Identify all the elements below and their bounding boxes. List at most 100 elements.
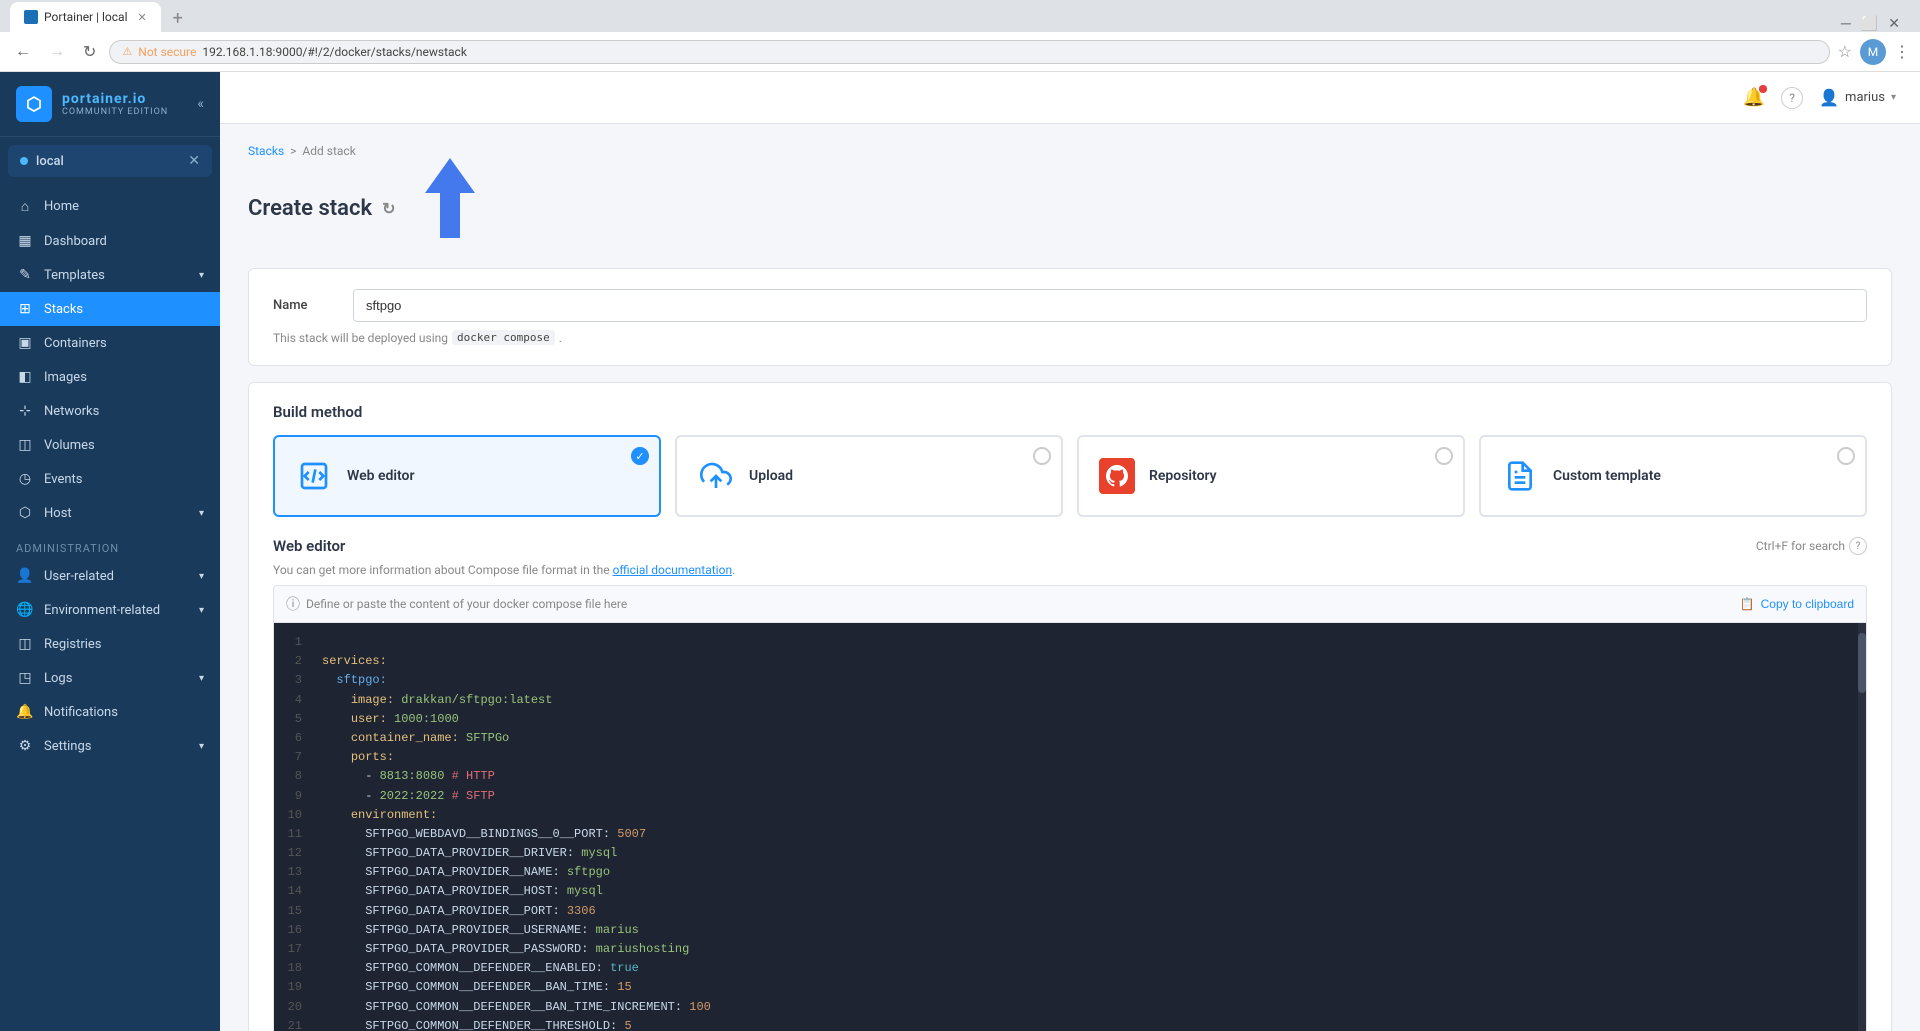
scrollbar-thumb[interactable] (1858, 633, 1866, 693)
help-icon[interactable]: ? (1781, 87, 1803, 109)
sidebar-item-user-related[interactable]: 👤 User-related ▾ (0, 559, 220, 593)
sidebar-item-templates[interactable]: ✎ Templates ▾ (0, 258, 220, 292)
arrow-annotation-1 (405, 158, 495, 238)
sidebar-logo: ⬡ portainer.io COMMUNITY EDITION « (0, 72, 220, 137)
menu-icon[interactable]: ⋮ (1894, 42, 1910, 61)
sidebar-item-label: Volumes (44, 438, 95, 453)
new-tab-btn[interactable]: + (163, 4, 193, 32)
line-num: 12 (282, 844, 302, 863)
line-num: 19 (282, 978, 302, 997)
settings-icon: ⚙ (16, 738, 34, 754)
sidebar-item-label: Logs (44, 671, 72, 686)
page-content: Stacks > Add stack Create stack ↻ Name (220, 124, 1920, 1031)
line-num: 14 (282, 882, 302, 901)
sidebar-item-volumes[interactable]: ◫ Volumes (0, 428, 220, 462)
env-icon: 🌐 (16, 602, 34, 618)
copy-to-clipboard-btn[interactable]: 📋 Copy to clipboard (1740, 597, 1854, 611)
sidebar-item-label: Events (44, 472, 82, 487)
code-lines: 1 2 3 4 5 6 7 8 9 10 11 (274, 623, 1866, 1031)
browser-tabs: Portainer | local ✕ + ─ ⬜ ✕ (0, 0, 1920, 32)
web-editor-icon (295, 457, 333, 495)
code-text[interactable]: services: sftpgo: image: drakkan/sftpgo:… (310, 623, 1866, 1031)
sidebar-item-label: Host (44, 506, 72, 521)
browser-actions: ☆ M ⋮ (1838, 39, 1910, 65)
method-label-upload: Upload (749, 468, 793, 484)
docker-compose-cmd: docker compose (452, 330, 555, 345)
sidebar-nav: ⌂ Home ▦ Dashboard ✎ Templates ▾ ⊞ Stack… (0, 185, 220, 1031)
custom-template-radio (1837, 447, 1855, 465)
editor-header: Web editor Ctrl+F for search ? (273, 537, 1867, 555)
profile-avatar[interactable]: M (1860, 39, 1886, 65)
line-num: 17 (282, 940, 302, 959)
repo-radio (1435, 447, 1453, 465)
build-method-title: Build method (273, 403, 1867, 421)
sidebar-item-networks[interactable]: ⊹ Networks (0, 394, 220, 428)
close-window-btn[interactable]: ✕ (1888, 16, 1900, 32)
code-editor[interactable]: 1 2 3 4 5 6 7 8 9 10 11 (273, 622, 1867, 1031)
sidebar-item-stacks[interactable]: ⊞ Stacks (0, 292, 220, 326)
breadcrumb: Stacks > Add stack (248, 144, 1892, 158)
restore-btn[interactable]: ⬜ (1861, 16, 1878, 32)
method-card-upload[interactable]: Upload (675, 435, 1063, 517)
sidebar-item-label: Dashboard (44, 234, 107, 249)
name-label: Name (273, 298, 333, 313)
sidebar: ⬡ portainer.io COMMUNITY EDITION « local… (0, 72, 220, 1031)
address-bar[interactable]: ⚠ Not secure 192.168.1.18:9000/#!/2/dock… (109, 40, 1829, 64)
scrollbar-track[interactable] (1858, 623, 1866, 1031)
minimize-btn[interactable]: ─ (1841, 15, 1851, 32)
page-title-text: Create stack (248, 196, 372, 221)
line-num: 11 (282, 825, 302, 844)
sidebar-collapse-btn[interactable]: « (197, 96, 204, 112)
sidebar-item-events[interactable]: ◷ Events (0, 462, 220, 496)
sidebar-item-label: Containers (44, 336, 107, 351)
sidebar-item-settings[interactable]: ⚙ Settings ▾ (0, 729, 220, 763)
sidebar-item-label: Notifications (44, 705, 118, 720)
logs-icon: ◳ (16, 670, 34, 686)
user-chevron-icon: ▾ (199, 571, 204, 582)
forward-btn[interactable]: → (44, 41, 70, 63)
logs-chevron-icon: ▾ (199, 673, 204, 684)
sidebar-env-badge[interactable]: local ✕ (8, 145, 212, 177)
sidebar-item-label: Environment-related (44, 603, 160, 618)
editor-help-icon[interactable]: ? (1849, 537, 1867, 555)
sidebar-item-home[interactable]: ⌂ Home (0, 189, 220, 224)
user-icon: 👤 (16, 568, 34, 584)
user-menu[interactable]: 👤 marius ▾ (1819, 88, 1896, 107)
active-tab[interactable]: Portainer | local ✕ (10, 2, 161, 32)
template-icon (1501, 457, 1539, 495)
notifications-bell-icon[interactable]: 🔔 (1743, 87, 1765, 108)
method-card-custom-template[interactable]: Custom template (1479, 435, 1867, 517)
sidebar-item-notifications[interactable]: 🔔 Notifications (0, 695, 220, 729)
sidebar-item-env-related[interactable]: 🌐 Environment-related ▾ (0, 593, 220, 627)
sidebar-item-logs[interactable]: ◳ Logs ▾ (0, 661, 220, 695)
line-num: 5 (282, 710, 302, 729)
info-icon: ⓘ (286, 594, 300, 614)
logo-text: portainer.io COMMUNITY EDITION (62, 91, 168, 117)
define-hint-text: Define or paste the content of your dock… (306, 597, 627, 611)
line-num: 1 (282, 633, 302, 652)
editor-actions-bar: ⓘ Define or paste the content of your do… (273, 585, 1867, 622)
official-documentation-link[interactable]: official documentation (613, 563, 733, 577)
sidebar-item-host[interactable]: ⬡ Host ▾ (0, 496, 220, 530)
env-close-btn[interactable]: ✕ (188, 153, 200, 169)
url-display: 192.168.1.18:9000/#!/2/docker/stacks/new… (202, 45, 467, 59)
breadcrumb-stacks-link[interactable]: Stacks (248, 144, 284, 158)
sidebar-item-images[interactable]: ◧ Images (0, 360, 220, 394)
reload-btn[interactable]: ↻ (78, 40, 101, 64)
method-card-web-editor[interactable]: Web editor ✓ (273, 435, 661, 517)
tab-close-btn[interactable]: ✕ (138, 11, 147, 24)
sidebar-item-registries[interactable]: ◫ Registries (0, 627, 220, 661)
deploy-hint-text: This stack will be deployed using (273, 331, 448, 345)
logo-icon: ⬡ (16, 86, 52, 122)
stack-name-input[interactable] (353, 289, 1867, 322)
not-secure-label: Not secure (138, 45, 196, 59)
back-btn[interactable]: ← (10, 41, 36, 63)
editor-subhint: You can get more information about Compo… (273, 563, 1867, 577)
sidebar-item-dashboard[interactable]: ▦ Dashboard (0, 224, 220, 258)
sidebar-item-containers[interactable]: ▣ Containers (0, 326, 220, 360)
web-editor-section: Web editor Ctrl+F for search ? You can g… (273, 537, 1867, 1031)
bookmark-icon[interactable]: ☆ (1838, 42, 1852, 61)
line-num: 8 (282, 767, 302, 786)
method-card-repository[interactable]: Repository (1077, 435, 1465, 517)
refresh-icon[interactable]: ↻ (382, 199, 395, 218)
